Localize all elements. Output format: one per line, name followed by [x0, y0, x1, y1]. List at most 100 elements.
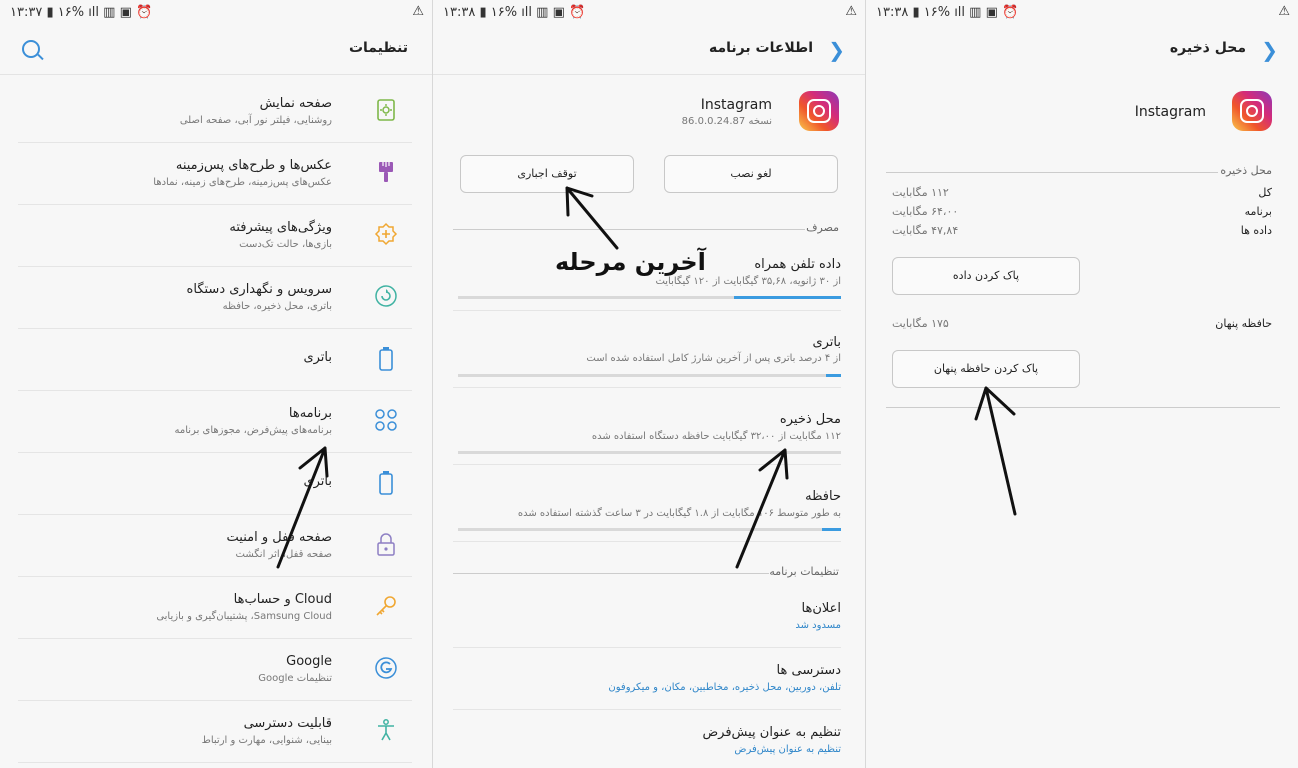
- page-title: محل ذخیره: [1169, 40, 1246, 56]
- instagram-icon: [1232, 91, 1272, 131]
- item-subtitle: تنظیمات Google: [258, 673, 332, 684]
- lock-icon: [374, 532, 398, 556]
- item-subtitle: Samsung Cloud، پشتیبان‌گیری و بازیابی: [156, 611, 332, 622]
- setting-set-default[interactable]: تنظیم به عنوان پیش‌فرض تنظیم به عنوان پی…: [453, 716, 841, 768]
- item-title: تنظیم به عنوان پیش‌فرض: [702, 725, 841, 740]
- row-label: حافظه پنهان: [1215, 317, 1272, 330]
- item-title: باتری: [303, 474, 332, 489]
- page-title: تنظیمات: [348, 40, 408, 56]
- status-bar: ۱۳:۳۸ ▮ ۱۶% ıll ▥ ▣ ⏰ ⚠: [866, 0, 1298, 26]
- settings-item-accessibility[interactable]: قابلیت دسترسی بینایی، شنوایی، مهارت و ار…: [18, 700, 412, 763]
- clear-data-button[interactable]: پاک کردن داده: [892, 257, 1080, 295]
- item-title: دسترسی ها: [776, 663, 841, 678]
- back-arrow-icon[interactable]: ❯: [828, 38, 845, 62]
- usage-bar: [458, 528, 841, 531]
- item-subtitle: تنظیم به عنوان پیش‌فرض: [734, 744, 841, 755]
- app-info-panel: ۱۳:۳۸ ▮ ۱۶% ıll ▥ ▣ ⏰ ⚠ ❯ اطلاعات برنامه…: [433, 0, 866, 768]
- apps-grid-icon: [374, 408, 398, 432]
- force-stop-button[interactable]: توقف اجباری: [460, 155, 634, 193]
- usage-storage[interactable]: محل ذخیره ۱۱۲ مگابایت از ۳۲،۰۰ گیگابایت …: [453, 402, 841, 465]
- settings-item-battery-2[interactable]: باتری: [18, 452, 412, 515]
- item-subtitle: بازی‌ها، حالت تک‌دست: [239, 239, 332, 250]
- item-title: اعلان‌ها: [801, 601, 842, 616]
- settings-item-wallpaper[interactable]: عکس‌ها و طرح‌های پس‌زمینه عکس‌های پس‌زمی…: [18, 142, 412, 205]
- status-bar: ۱۳:۳۷ ▮ ۱۶% ıll ▥ ▣ ⏰ ⚠: [0, 0, 432, 26]
- settings-item-display[interactable]: صفحه نمایش روشنایی، فیلتر نور آبی، صفحه …: [18, 80, 412, 143]
- paintbrush-icon: [374, 160, 398, 184]
- uninstall-button[interactable]: لغو نصب: [664, 155, 838, 193]
- item-subtitle: ۱۱۲ مگابایت از ۳۲،۰۰ گیگابایت حافظه دستگ…: [591, 431, 841, 442]
- section-storage: محل ذخیره: [1220, 164, 1272, 177]
- settings-item-battery[interactable]: باتری: [18, 328, 412, 391]
- item-subtitle: از ۴ درصد باتری پس از آخرین شارژ کامل اس…: [586, 353, 841, 364]
- item-title: حافظه: [805, 489, 841, 504]
- app-name: Instagram: [1134, 104, 1206, 120]
- item-subtitle: برنامه‌های پیش‌فرض، مجوزهای برنامه: [174, 425, 333, 436]
- google-icon: [374, 656, 398, 680]
- display-icon: [374, 98, 398, 122]
- item-title: محل ذخیره: [779, 412, 841, 427]
- warning-icon: ⚠: [412, 4, 424, 19]
- search-icon[interactable]: [22, 40, 40, 58]
- storage-row-app: برنامه ۶۴،۰۰ مگابایت: [892, 205, 1272, 223]
- annotation-last-step: آخرین مرحله: [555, 248, 706, 276]
- status-battery: ۱۶%: [490, 5, 518, 20]
- usage-memory[interactable]: حافظه به طور متوسط ۱۰۶ مگابایت از ۱.۸ گی…: [453, 479, 841, 542]
- settings-item-cloud-accounts[interactable]: Cloud و حساب‌ها Samsung Cloud، پشتیبان‌گ…: [18, 576, 412, 639]
- settings-item-apps[interactable]: برنامه‌ها برنامه‌های پیش‌فرض، مجوزهای بر…: [18, 390, 412, 453]
- settings-item-lock-security[interactable]: صفحه قفل و امنیت صفحه قفل، اثر انگشت: [18, 514, 412, 577]
- status-time: ۱۳:۳۸: [443, 5, 476, 20]
- setting-permissions[interactable]: دسترسی ها تلفن، دوربین، محل ذخیره، مخاطب…: [453, 654, 841, 710]
- status-info: ۱۳:۳۸ ▮ ۱۶% ıll ▥ ▣ ⏰: [876, 5, 1019, 20]
- storage-row-cache: حافظه پنهان ۱۷۵ مگابایت: [892, 317, 1272, 335]
- item-title: باتری: [812, 335, 841, 350]
- item-title: Google: [286, 654, 332, 669]
- item-title: صفحه نمایش: [259, 96, 332, 111]
- row-value: ۶۴،۰۰ مگابایت: [892, 205, 959, 218]
- usage-battery[interactable]: باتری از ۴ درصد باتری پس از آخرین شارژ ک…: [453, 325, 841, 388]
- item-title: باتری: [303, 350, 332, 365]
- warning-icon: ⚠: [845, 4, 857, 19]
- warning-icon: ⚠: [1278, 4, 1290, 19]
- settings-item-device-care[interactable]: سرویس و نگهداری دستگاه باتری، محل ذخیره،…: [18, 266, 412, 329]
- item-subtitle: باتری، محل ذخیره، حافظه: [222, 301, 332, 312]
- usage-bar: [458, 451, 841, 454]
- item-title: عکس‌ها و طرح‌های پس‌زمینه: [175, 158, 332, 173]
- battery-icon: [374, 470, 398, 495]
- accessibility-icon: [374, 718, 398, 742]
- row-value: ۱۱۲ مگابایت: [892, 186, 949, 199]
- app-bar: ❯ اطلاعات برنامه: [433, 26, 865, 75]
- bottom-divider: [886, 407, 1280, 408]
- storage-row-total: کل ۱۱۲ مگابایت: [892, 186, 1272, 204]
- instagram-icon: [799, 91, 839, 131]
- item-title: برنامه‌ها: [288, 406, 332, 421]
- storage-panel: ۱۳:۳۸ ▮ ۱۶% ıll ▥ ▣ ⏰ ⚠ ❯ محل ذخیره Inst…: [866, 0, 1298, 768]
- section-divider: [453, 573, 769, 574]
- section-usage: مصرف: [806, 221, 839, 234]
- section-app-settings: تنظیمات برنامه: [769, 565, 839, 578]
- status-info: ۱۳:۳۸ ▮ ۱۶% ıll ▥ ▣ ⏰: [443, 5, 586, 20]
- refresh-icon: [374, 284, 398, 308]
- settings-item-advanced[interactable]: ویژگی‌های پیشرفته بازی‌ها، حالت تک‌دست: [18, 204, 412, 267]
- item-title: صفحه قفل و امنیت: [226, 530, 332, 545]
- status-time: ۱۳:۳۸: [876, 5, 909, 20]
- app-bar: تنظیمات: [0, 26, 432, 75]
- usage-bar: [458, 374, 841, 377]
- settings-item-google[interactable]: Google تنظیمات Google: [18, 638, 412, 701]
- usage-bar-fill: [733, 296, 841, 299]
- settings-panel: ۱۳:۳۷ ▮ ۱۶% ıll ▥ ▣ ⏰ ⚠ تنظیمات صفحه نما…: [0, 0, 433, 768]
- item-subtitle: بینایی، شنوایی، مهارت و ارتباط: [201, 735, 332, 746]
- page-title: اطلاعات برنامه: [708, 40, 813, 56]
- status-battery: ۱۶%: [923, 5, 951, 20]
- row-value: ۱۷۵ مگابایت: [892, 317, 949, 330]
- clear-cache-button[interactable]: پاک کردن حافظه پنهان: [892, 350, 1080, 388]
- row-label: کل: [1258, 186, 1272, 199]
- setting-notifications[interactable]: اعلان‌ها مسدود شد: [453, 592, 841, 648]
- usage-bar-fill: [825, 374, 841, 377]
- back-arrow-icon[interactable]: ❯: [1261, 38, 1278, 62]
- app-bar: ❯ محل ذخیره: [866, 26, 1298, 74]
- section-divider: [453, 229, 805, 230]
- section-divider: [886, 172, 1218, 173]
- usage-bar-fill: [821, 528, 841, 531]
- item-subtitle: از ۳۰ ژانویه، ۳۵,۶۸ گیگابایت از ۱۲۰ گیگا…: [655, 276, 841, 287]
